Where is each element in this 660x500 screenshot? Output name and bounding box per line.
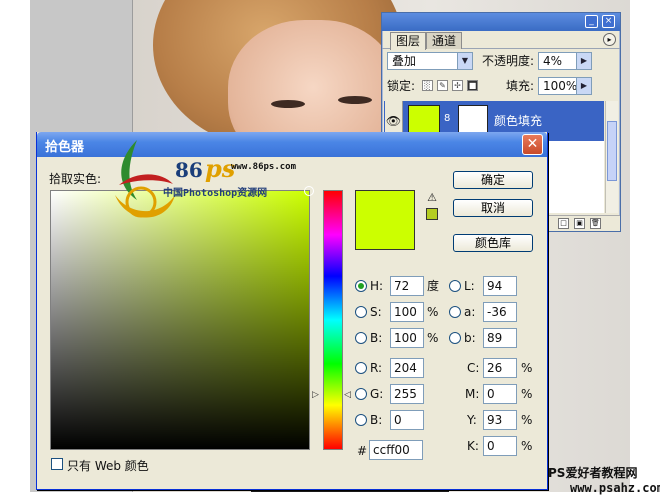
fill-label: 填充: [506,79,535,93]
lab-a-label: a: [464,305,476,319]
hue-unit: 度 [427,279,440,293]
radio-saturation[interactable] [355,306,367,318]
lock-paint-icon[interactable]: ✎ [437,80,448,91]
radio-lab-l[interactable] [449,280,461,292]
lab-l-input[interactable]: 94 [483,276,517,296]
tab-channels[interactable]: 通道 [426,32,463,49]
blend-mode-select[interactable]: 叠加 ▼ [387,52,473,70]
fill-input[interactable]: 100% ▶ [538,77,592,95]
layers-tabs: 图层 通道 ▸ [382,31,620,50]
cancel-button[interactable]: 取消 [453,199,533,217]
blend-row: 叠加 ▼ 不透明度: 4% ▶ [382,50,620,72]
brightness-label: B: [370,331,383,345]
radio-hue[interactable] [355,280,367,292]
logo-url: www.86ps.com [231,162,297,172]
green-label: G: [370,387,384,401]
blue-label: B: [370,413,383,427]
new-group-icon[interactable]: □ [558,218,569,229]
chevron-down-icon: ▼ [457,53,472,69]
radio-lab-b[interactable] [449,332,461,344]
black-label: K: [467,439,479,453]
layers-scrollbar[interactable] [605,101,618,213]
radio-red[interactable] [355,362,367,374]
pick-solid-label: 拾取实色: [49,172,102,186]
color-picker-dialog: 拾色器 ✕ 拾取实色: 86 ps www.86ps.com 中国Photosh… [36,132,548,490]
ok-button[interactable]: 确定 [453,171,533,189]
magenta-label: M: [465,387,480,401]
layer-name[interactable]: 颜色填充 [494,112,542,129]
warning-triangle-icon[interactable]: ⚠ [425,192,439,204]
gamut-color-swatch[interactable] [426,208,438,220]
saturation-unit: % [427,305,439,319]
saturation-label: S: [370,305,382,319]
dialog-title: 拾色器 [45,140,85,155]
green-input[interactable]: 255 [390,384,424,404]
photo-eye-right [338,96,372,104]
chain-link-icon[interactable]: 8 [444,113,450,124]
radio-lab-a[interactable] [449,306,461,318]
brightness-input[interactable]: 100 [390,328,424,348]
web-colors-only-checkbox[interactable] [51,458,63,470]
photo-eye-left [271,100,305,108]
hue-slider[interactable] [323,190,343,450]
slider-right-arrow-icon[interactable]: ◁ [344,390,351,400]
lab-b-input[interactable]: 89 [483,328,517,348]
logo-number: 86 [175,158,203,182]
black-input[interactable]: 0 [483,436,517,456]
opacity-value: 4% [543,54,563,68]
magenta-unit: % [521,387,533,401]
opacity-input[interactable]: 4% ▶ [538,52,592,70]
minimize-icon[interactable]: _ [585,15,598,28]
lock-label: 锁定: [387,79,416,93]
blue-input[interactable]: 0 [390,410,424,430]
logo-caption: 中国Photoshop资源网 [163,188,268,199]
fill-value: 100% [543,79,578,93]
hue-input[interactable]: 72 [390,276,424,296]
chevron-right-icon: ▶ [576,78,591,94]
site-title: PS爱好者教程网 [548,466,638,480]
logo-watermark: 86 ps www.86ps.com 中国Photoshop资源网 [107,140,307,250]
black-unit: % [521,439,533,453]
magenta-input[interactable]: 0 [483,384,517,404]
lock-row: 锁定: ░ ✎ ✢ ■ 填充: 100% ▶ [382,75,620,97]
site-url: www.psahz.com [570,481,660,495]
web-colors-only-label: 只有 Web 颜色 [67,459,149,473]
lab-l-label: L: [464,279,475,293]
lab-b-label: b: [464,331,476,345]
cyan-input[interactable]: 26 [483,358,517,378]
hex-input[interactable]: ccff00 [369,440,423,460]
lab-a-input[interactable]: -36 [483,302,517,322]
trash-icon[interactable]: 🗑 [590,218,601,229]
lock-all-icon[interactable]: ■ [467,80,478,91]
radio-blue[interactable] [355,414,367,426]
panel-menu-icon[interactable]: ▸ [603,33,616,46]
yellow-unit: % [521,413,533,427]
hue-label: H: [370,279,384,293]
slider-left-arrow-icon[interactable]: ▷ [312,390,319,400]
close-icon[interactable]: × [602,15,615,28]
opacity-label: 不透明度: [482,54,535,68]
blend-mode-value: 叠加 [392,54,417,68]
lock-transparent-icon[interactable]: ░ [422,80,433,91]
cyan-label: C: [467,361,480,375]
yellow-input[interactable]: 93 [483,410,517,430]
red-label: R: [370,361,383,375]
hex-label: # [357,444,368,458]
radio-brightness[interactable] [355,332,367,344]
red-input[interactable]: 204 [390,358,424,378]
color-libraries-button[interactable]: 颜色库 [453,234,533,252]
new-layer-icon[interactable]: ▣ [574,218,585,229]
cyan-unit: % [521,361,533,375]
yellow-label: Y: [467,413,477,427]
brightness-unit: % [427,331,439,345]
layers-panel-titlebar[interactable]: _ × [382,13,620,31]
scrollbar-thumb[interactable] [607,121,617,181]
tab-layers[interactable]: 图层 [390,32,427,50]
close-icon[interactable]: ✕ [522,134,543,155]
lock-move-icon[interactable]: ✢ [452,80,463,91]
radio-green[interactable] [355,388,367,400]
chevron-right-icon: ▶ [576,53,591,69]
new-color-swatch [355,190,415,250]
saturation-input[interactable]: 100 [390,302,424,322]
